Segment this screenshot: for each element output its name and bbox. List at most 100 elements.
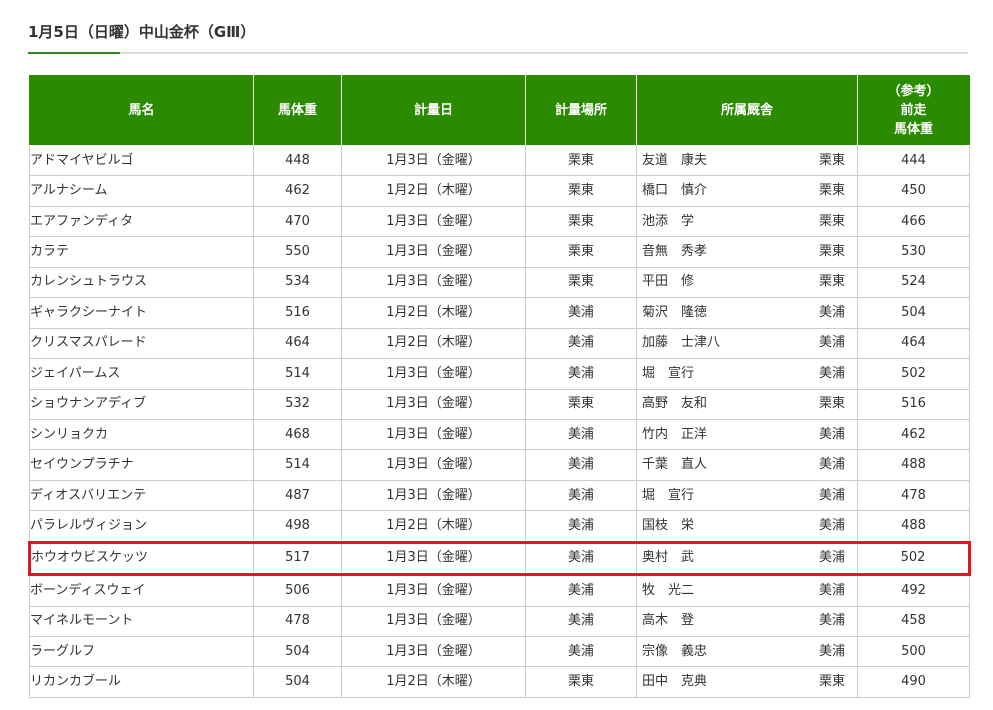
weight-cell: 514	[253, 358, 342, 390]
weigh-place-cell: 美浦	[525, 574, 637, 607]
stable-wrap: 宗像 義忠 美浦	[638, 638, 857, 666]
header-weigh-date: 計量日	[341, 75, 526, 146]
table-row: ラーグルフ 504 1月3日（金曜） 美浦 宗像 義忠 美浦 500	[29, 635, 970, 668]
stable-wrap: 奥村 武 美浦	[638, 545, 857, 571]
header-previous-weight: （参考） 前走 馬体重	[857, 75, 970, 146]
stable-wrap: 高木 登 美浦	[638, 607, 857, 635]
horse-name-cell: リカンカブール	[29, 666, 254, 698]
weigh-place-cell: 美浦	[525, 540, 637, 577]
table-row: シンリョクカ 468 1月3日（金曜） 美浦 竹内 正洋 美浦 462	[29, 418, 970, 451]
weight-cell: 504	[253, 635, 342, 668]
previous-weight-cell: 524	[857, 266, 970, 299]
weight-cell: 534	[253, 266, 342, 299]
stable-wrap: 友道 康夫 栗東	[638, 147, 857, 175]
stable-cell: 奥村 武 美浦	[636, 540, 858, 577]
trainer-location: 栗東	[818, 396, 845, 412]
stable-cell: 田中 克典 栗東	[636, 666, 858, 698]
trainer-location: 美浦	[818, 304, 845, 320]
weigh-place-cell: 栗東	[525, 266, 637, 299]
table-row: セイウンプラチナ 514 1月3日（金曜） 美浦 千葉 直人 美浦 488	[29, 449, 970, 481]
stable-cell: 池添 学 栗東	[636, 205, 858, 238]
weigh-date-cell: 1月2日（木曜）	[341, 666, 526, 698]
weigh-date-cell: 1月2日（木曜）	[341, 297, 526, 329]
weight-cell: 514	[253, 449, 342, 481]
trainer-location: 美浦	[818, 457, 845, 473]
horse-name-cell: パラレルヴィジョン	[29, 510, 254, 543]
previous-weight-cell: 500	[857, 635, 970, 668]
table-row: クリスマスパレード 464 1月2日（木曜） 美浦 加藤 士津八 美浦 464	[29, 327, 970, 360]
stable-cell: 橋口 慎介 栗東	[636, 175, 858, 207]
horse-weight-table: 馬名 馬体重 計量日 計量場所 所属厩舎 （参考） 前走 馬体重 アドマイヤビル…	[28, 75, 971, 698]
trainer-location: 美浦	[818, 426, 845, 442]
previous-weight-cell: 488	[857, 510, 970, 543]
header-previous-line1: （参考）	[887, 84, 940, 99]
weight-cell: 516	[253, 297, 342, 329]
table-header-row: 馬名 馬体重 計量日 計量場所 所属厩舎 （参考） 前走 馬体重	[29, 75, 970, 146]
weigh-place-cell: 美浦	[525, 358, 637, 390]
weigh-place-cell: 栗東	[525, 144, 637, 177]
title-divider	[28, 52, 968, 54]
trainer-location: 栗東	[818, 274, 845, 290]
trainer-location: 美浦	[818, 335, 845, 351]
weigh-date-cell: 1月3日（金曜）	[341, 144, 526, 177]
weight-cell: 468	[253, 418, 342, 451]
horse-name-cell: マイネルモーント	[29, 605, 254, 638]
weight-cell: 532	[253, 388, 342, 420]
weigh-place-cell: 美浦	[525, 418, 637, 451]
trainer-name: 堀 宣行	[642, 365, 695, 381]
weight-cell: 498	[253, 510, 342, 543]
table-row: ディオスバリエンテ 487 1月3日（金曜） 美浦堀 宣行 美浦 478	[29, 479, 970, 512]
table-row: ギャラクシーナイト 516 1月2日（木曜） 美浦 菊沢 隆徳 美浦 504	[29, 297, 970, 329]
previous-weight-cell: 458	[857, 605, 970, 638]
weight-cell: 550	[253, 236, 342, 268]
horse-name-cell: ジェイパームス	[29, 358, 254, 390]
stable-cell: 竹内 正洋 美浦	[636, 418, 858, 451]
trainer-name: 奥村 武	[642, 550, 695, 566]
stable-wrap: 橋口 慎介 栗東	[638, 177, 857, 205]
table-row: ボーンディスウェイ 506 1月3日（金曜） 美浦牧 光二 美浦 492	[29, 574, 970, 607]
trainer-location: 美浦	[818, 613, 845, 629]
weigh-place-cell: 栗東	[525, 236, 637, 268]
trainer-name: 田中 克典	[642, 674, 708, 690]
weigh-date-cell: 1月3日（金曜）	[341, 540, 526, 577]
trainer-name: 菊沢 隆徳	[642, 304, 708, 320]
trainer-name: 高木 登	[642, 613, 695, 629]
stable-wrap: 竹内 正洋 美浦	[638, 420, 857, 448]
trainer-name: 池添 学	[642, 213, 695, 229]
weigh-date-cell: 1月3日（金曜）	[341, 236, 526, 268]
stable-cell: 宗像 義忠 美浦	[636, 635, 858, 668]
trainer-name: 国枝 栄	[642, 517, 695, 533]
horse-name-cell: セイウンプラチナ	[29, 449, 254, 481]
trainer-name: 加藤 士津八	[642, 335, 721, 351]
weigh-date-cell: 1月3日（金曜）	[341, 605, 526, 638]
header-horse-name: 馬名	[29, 75, 254, 146]
horse-name-cell: ギャラクシーナイト	[29, 297, 254, 329]
trainer-location: 栗東	[818, 674, 845, 690]
table-row: ホウオウビスケッツ 517 1月3日（金曜） 美浦 奥村 武美浦 502	[28, 540, 971, 577]
previous-weight-cell: 466	[857, 205, 970, 238]
stable-wrap: 音無 秀孝 栗東	[638, 238, 857, 266]
previous-weight-cell: 530	[857, 236, 970, 268]
trainer-location: 美浦	[818, 582, 845, 598]
weigh-place-cell: 美浦	[525, 510, 637, 543]
table-row: カレンシュトラウス 534 1月3日（金曜） 栗東 平田 修栗東 524	[29, 266, 970, 299]
horse-name-cell: ボーンディスウェイ	[29, 574, 254, 607]
header-previous-line3: 馬体重	[893, 122, 933, 137]
table-row: ジェイパームス 514 1月3日（金曜） 美浦堀 宣行 美浦 502	[29, 358, 970, 390]
weigh-date-cell: 1月3日（金曜）	[341, 418, 526, 451]
trainer-location: 栗東	[818, 152, 845, 168]
previous-weight-cell: 478	[857, 479, 970, 512]
stable-cell: 堀 宣行 美浦	[636, 358, 858, 390]
stable-cell: 千葉 直人 美浦	[636, 449, 858, 481]
header-previous-line2: 前走	[900, 103, 927, 118]
trainer-location: 美浦	[818, 550, 845, 566]
weigh-place-cell: 美浦	[525, 327, 637, 360]
stable-wrap: 池添 学 栗東	[638, 207, 857, 235]
weigh-date-cell: 1月3日（金曜）	[341, 205, 526, 238]
stable-cell: 友道 康夫 栗東	[636, 144, 858, 177]
stable-wrap: 加藤 士津八 美浦	[638, 329, 857, 357]
weigh-date-cell: 1月3日（金曜）	[341, 266, 526, 299]
trainer-location: 美浦	[818, 643, 845, 659]
trainer-name: 友道 康夫	[642, 152, 708, 168]
horse-name-cell: エアファンディタ	[29, 205, 254, 238]
